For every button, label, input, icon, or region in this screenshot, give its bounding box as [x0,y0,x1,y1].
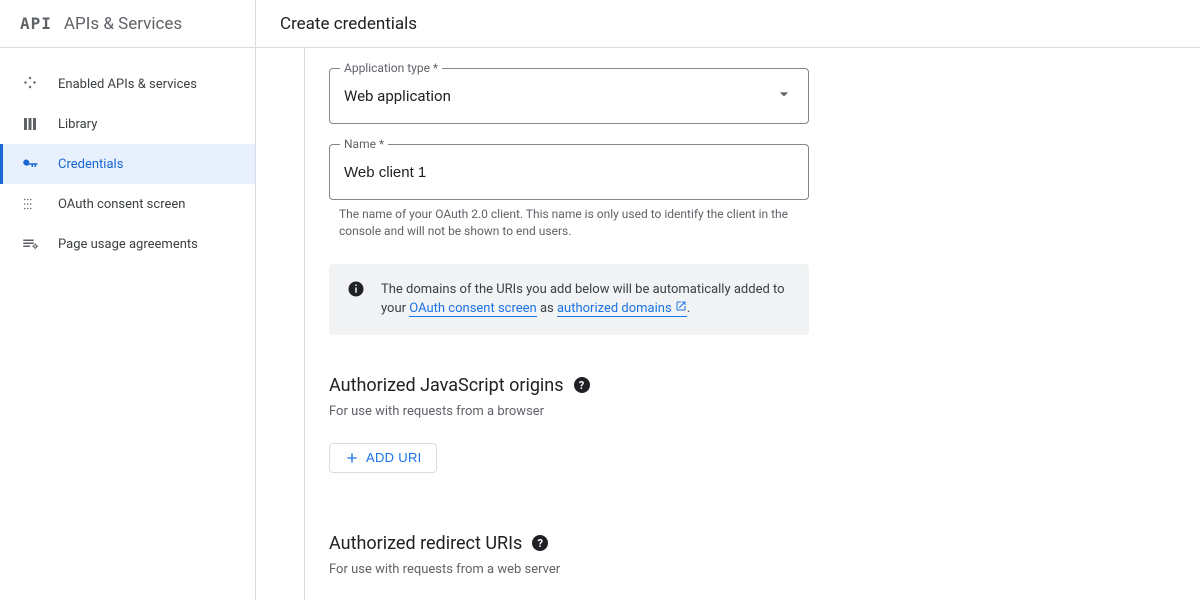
sidebar-nav: Enabled APIs & services Library Credenti… [0,48,255,264]
sidebar-item-enabled-apis[interactable]: Enabled APIs & services [0,64,255,104]
enabled-apis-icon [20,74,40,94]
name-label: Name * [340,137,388,151]
info-box: The domains of the URIs you add below wi… [329,264,809,335]
sidebar-item-label: Credentials [58,157,123,172]
sidebar: API APIs & Services Enabled APIs & servi… [0,0,256,600]
main-body: Application type * Web application Name … [304,48,1200,600]
library-icon [20,114,40,134]
sidebar-title: APIs & Services [64,14,182,34]
application-type-label: Application type * [340,61,442,75]
sidebar-item-label: Library [58,117,97,132]
external-link-icon [675,300,687,312]
help-icon[interactable]: ? [532,535,548,551]
application-type-value: Web application [344,87,774,105]
sidebar-item-label: Page usage agreements [58,237,198,252]
main-header: Create credentials [256,0,1200,48]
name-input[interactable] [344,164,794,181]
page-title: Create credentials [280,14,417,34]
plus-icon [344,450,360,466]
sidebar-item-credentials[interactable]: Credentials [0,144,255,184]
sidebar-item-page-usage[interactable]: Page usage agreements [0,224,255,264]
sidebar-item-label: Enabled APIs & services [58,77,197,92]
sidebar-header: API APIs & Services [0,0,255,48]
key-icon [20,154,40,174]
chevron-down-icon [774,84,794,108]
sidebar-item-library[interactable]: Library [0,104,255,144]
sidebar-item-oauth-consent[interactable]: OAuth consent screen [0,184,255,224]
application-type-select[interactable]: Application type * Web application [329,68,809,124]
sidebar-item-label: OAuth consent screen [58,197,185,212]
consent-screen-icon [20,194,40,214]
api-logo: API [20,14,52,33]
main: Create credentials Application type * We… [256,0,1200,600]
redirect-uris-desc: For use with requests from a web server [329,562,809,577]
authorized-domains-link[interactable]: authorized domains [557,301,687,317]
info-text: The domains of the URIs you add below wi… [381,280,791,319]
name-input-wrap[interactable]: Name * [329,144,809,200]
info-icon [347,280,365,298]
oauth-consent-link[interactable]: OAuth consent screen [409,301,536,317]
redirect-uris-title: Authorized redirect URIs ? [329,533,809,554]
add-uri-button[interactable]: ADD URI [329,443,437,473]
redirect-uris-section: Authorized redirect URIs ? For use with … [329,533,809,577]
name-helper-text: The name of your OAuth 2.0 client. This … [329,206,809,240]
js-origins-title: Authorized JavaScript origins ? [329,375,809,396]
page-usage-icon [20,234,40,254]
help-icon[interactable]: ? [574,377,590,393]
js-origins-desc: For use with requests from a browser [329,404,809,419]
js-origins-section: Authorized JavaScript origins ? For use … [329,375,809,473]
